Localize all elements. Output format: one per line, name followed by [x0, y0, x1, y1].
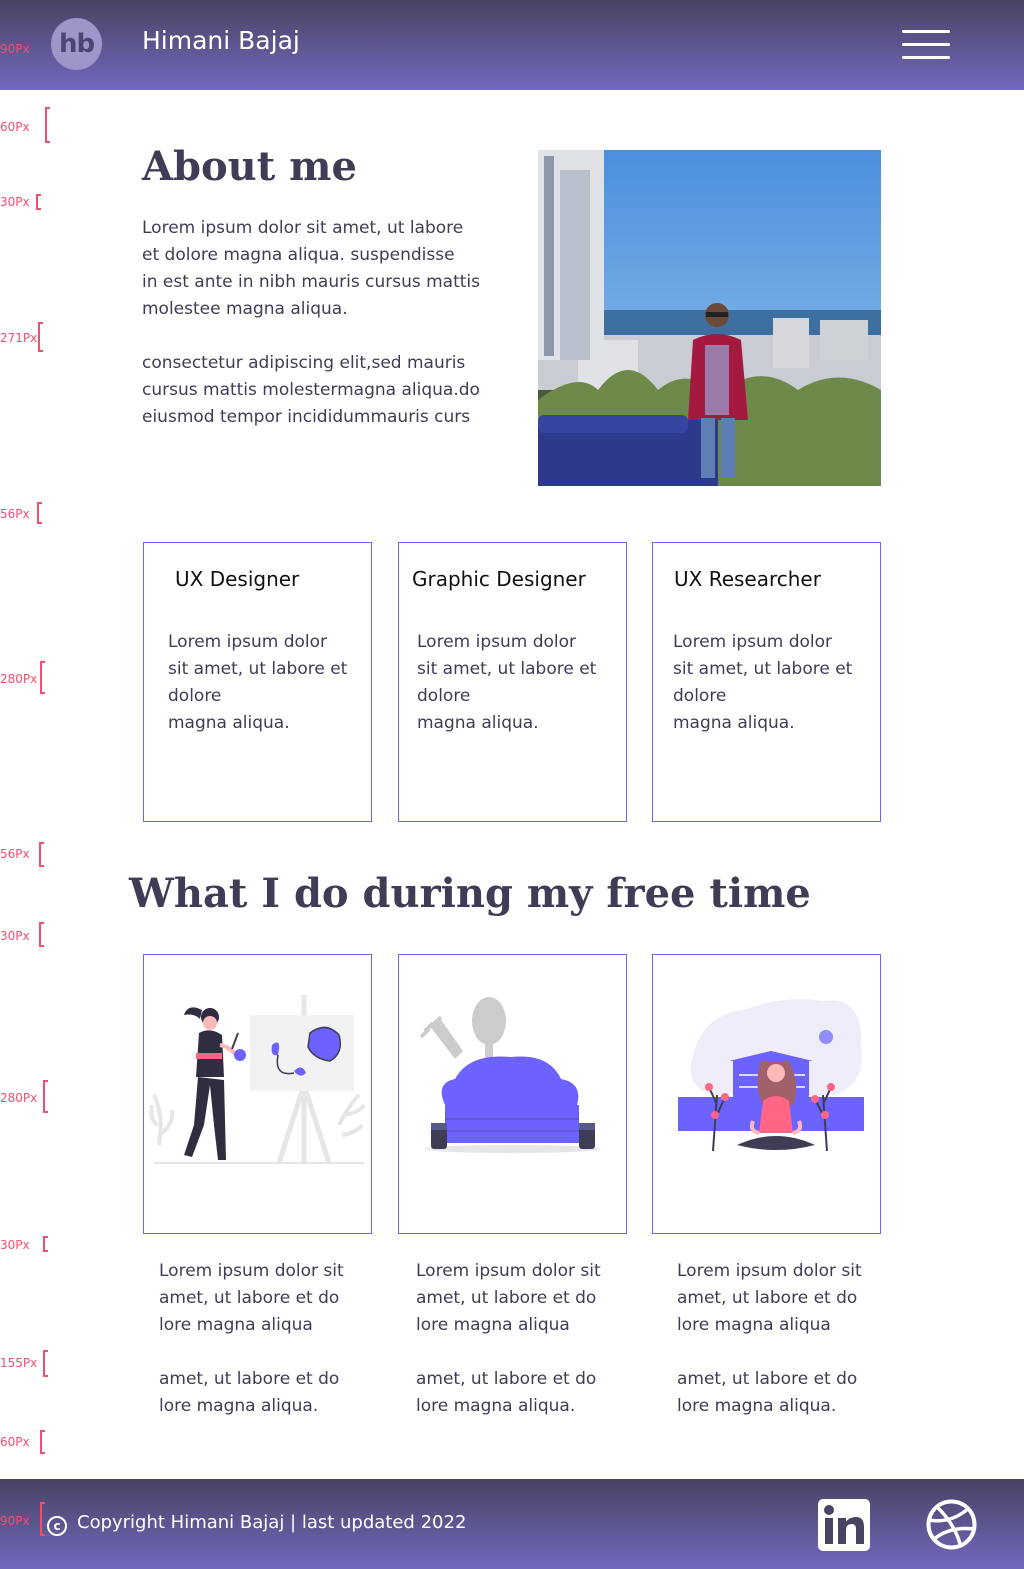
role-card-text: Lorem ipsum dolor sit amet, ut labore et… [673, 632, 853, 733]
about-title: About me [142, 143, 357, 190]
role-card-title: UX Designer [175, 567, 300, 591]
spacing-bracket [43, 1350, 48, 1377]
role-card-title: Graphic Designer [412, 567, 586, 591]
spacing-bracket [40, 661, 45, 694]
free-time-text: Lorem ipsum dolor sit amet, ut labore et… [416, 1261, 601, 1416]
spacing-bracket [40, 1502, 45, 1536]
spacing-mark: 90Px [0, 1514, 30, 1528]
spacing-bracket [38, 322, 43, 352]
role-card-title: UX Researcher [674, 567, 821, 591]
spacing-mark: 60Px [0, 1435, 30, 1449]
spacing-mark: 30Px [0, 195, 30, 209]
linkedin-icon[interactable] [818, 1499, 870, 1551]
spacing-bracket [43, 1080, 48, 1113]
spacing-mark: 280Px [0, 1091, 38, 1105]
free-time-text: Lorem ipsum dolor sit amet, ut labore et… [159, 1261, 344, 1416]
role-card-text: Lorem ipsum dolor sit amet, ut labore et… [417, 632, 597, 733]
spacing-mark: 30Px [0, 929, 30, 943]
painting-card [143, 954, 372, 1234]
profile-photo [538, 150, 881, 486]
cooking-illustration [419, 997, 600, 1153]
spacing-mark: 271Px [0, 331, 38, 345]
spacing-mark: 155Px [0, 1356, 38, 1370]
meditation-illustration [678, 999, 864, 1152]
hamburger-menu-icon[interactable] [902, 30, 950, 60]
cooking-card [398, 954, 627, 1234]
spacing-mark: 56Px [0, 507, 30, 521]
spacing-bracket [36, 194, 41, 210]
spacing-bracket [45, 107, 50, 143]
painting-illustration [149, 995, 366, 1164]
spacing-bracket [43, 1236, 48, 1252]
copyright-icon: c [47, 1516, 67, 1536]
copyright-text: Copyright Himani Bajaj | last updated 20… [77, 1512, 467, 1533]
spacing-mark: 60Px [0, 120, 30, 134]
spacing-bracket [37, 502, 42, 524]
meditation-card [652, 954, 881, 1234]
about-paragraph: Lorem ipsum dolor sit amet, ut labore et… [142, 218, 480, 319]
free-time-text: Lorem ipsum dolor sit amet, ut labore et… [677, 1261, 862, 1416]
logo[interactable]: hb [51, 18, 102, 70]
spacing-bracket [39, 922, 44, 947]
spacing-bracket [40, 1430, 45, 1454]
free-time-title: What I do during my free time [129, 870, 811, 917]
spacing-mark: 56Px [0, 847, 30, 861]
spacing-mark: 30Px [0, 1238, 30, 1252]
site-title[interactable]: Himani Bajaj [142, 26, 300, 55]
dribbble-icon[interactable] [925, 1498, 978, 1551]
about-paragraph: consectetur adipiscing elit,sed mauris c… [142, 353, 480, 427]
spacing-mark: 280Px [0, 672, 38, 686]
role-card-text: Lorem ipsum dolor sit amet, ut labore et… [168, 632, 348, 733]
spacing-bracket [39, 842, 44, 867]
spacing-mark: 90Px [0, 42, 30, 56]
